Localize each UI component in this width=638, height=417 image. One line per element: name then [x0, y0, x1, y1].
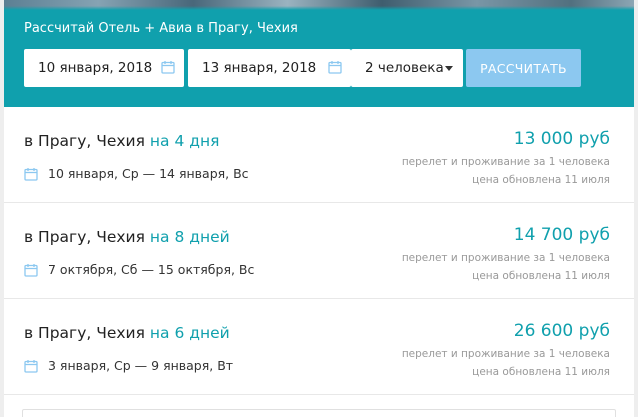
calendar-icon [24, 167, 38, 181]
result-item[interactable]: в Прагу, Чехия на 8 дней 7 октября, Сб —… [4, 204, 634, 299]
result-dates: 3 января, Ср — 9 января, Вт [24, 358, 233, 373]
result-price[interactable]: 14 700 руб [514, 225, 610, 245]
result-updated: цена обновлена 11 июля [472, 270, 610, 282]
result-dates: 7 октября, Сб — 15 октября, Вс [24, 262, 254, 277]
page: Рассчитай Отель + Авиа в Прагу, Чехия 10… [4, 0, 634, 417]
date-to-value: 13 января, 2018 [202, 60, 317, 76]
result-item[interactable]: в Прагу, Чехия на 6 дней 3 января, Ср — … [4, 300, 634, 395]
persons-select[interactable]: 2 человека [351, 49, 463, 87]
result-dates: 10 января, Ср — 14 января, Вс [24, 166, 249, 181]
result-duration: на 8 дней [149, 228, 230, 246]
header-photo [4, 0, 634, 10]
result-note: перелет и проживание за 1 человека [401, 156, 610, 168]
result-destination: в Прагу, Чехия на 4 дня [24, 132, 220, 150]
next-result-card [22, 409, 616, 417]
search-title: Рассчитай Отель + Авиа в Прагу, Чехия [24, 21, 298, 36]
date-from-value: 10 января, 2018 [38, 60, 153, 76]
result-price[interactable]: 13 000 руб [514, 129, 610, 149]
search-panel: Рассчитай Отель + Авиа в Прагу, Чехия 10… [4, 0, 634, 107]
calendar-icon [24, 359, 38, 373]
caret-down-icon [445, 66, 453, 71]
result-destination: в Прагу, Чехия на 6 дней [24, 324, 230, 342]
date-to-field[interactable]: 13 января, 2018 [188, 49, 351, 87]
calendar-icon [161, 61, 175, 74]
result-updated: цена обновлена 11 июля [472, 366, 610, 378]
date-from-field[interactable]: 10 января, 2018 [24, 49, 184, 87]
result-note: перелет и проживание за 1 человека [401, 348, 610, 360]
result-dates-text: 10 января, Ср — 14 января, Вс [48, 166, 249, 181]
result-dates-text: 7 октября, Сб — 15 октября, Вс [48, 262, 255, 277]
result-destination: в Прагу, Чехия на 8 дней [24, 228, 230, 246]
result-dates-text: 3 января, Ср — 9 января, Вт [48, 358, 234, 373]
result-duration: на 4 дня [149, 132, 220, 150]
calculate-button[interactable]: РАССЧИТАТЬ [466, 49, 581, 87]
persons-value: 2 человека [365, 60, 444, 76]
result-duration: на 6 дней [149, 324, 230, 342]
result-price[interactable]: 26 600 руб [514, 321, 610, 341]
result-item[interactable]: в Прагу, Чехия на 4 дня 10 января, Ср — … [4, 108, 634, 203]
calendar-icon [24, 263, 38, 277]
calendar-icon [328, 61, 342, 74]
result-updated: цена обновлена 11 июля [472, 174, 610, 186]
result-note: перелет и проживание за 1 человека [401, 252, 610, 264]
